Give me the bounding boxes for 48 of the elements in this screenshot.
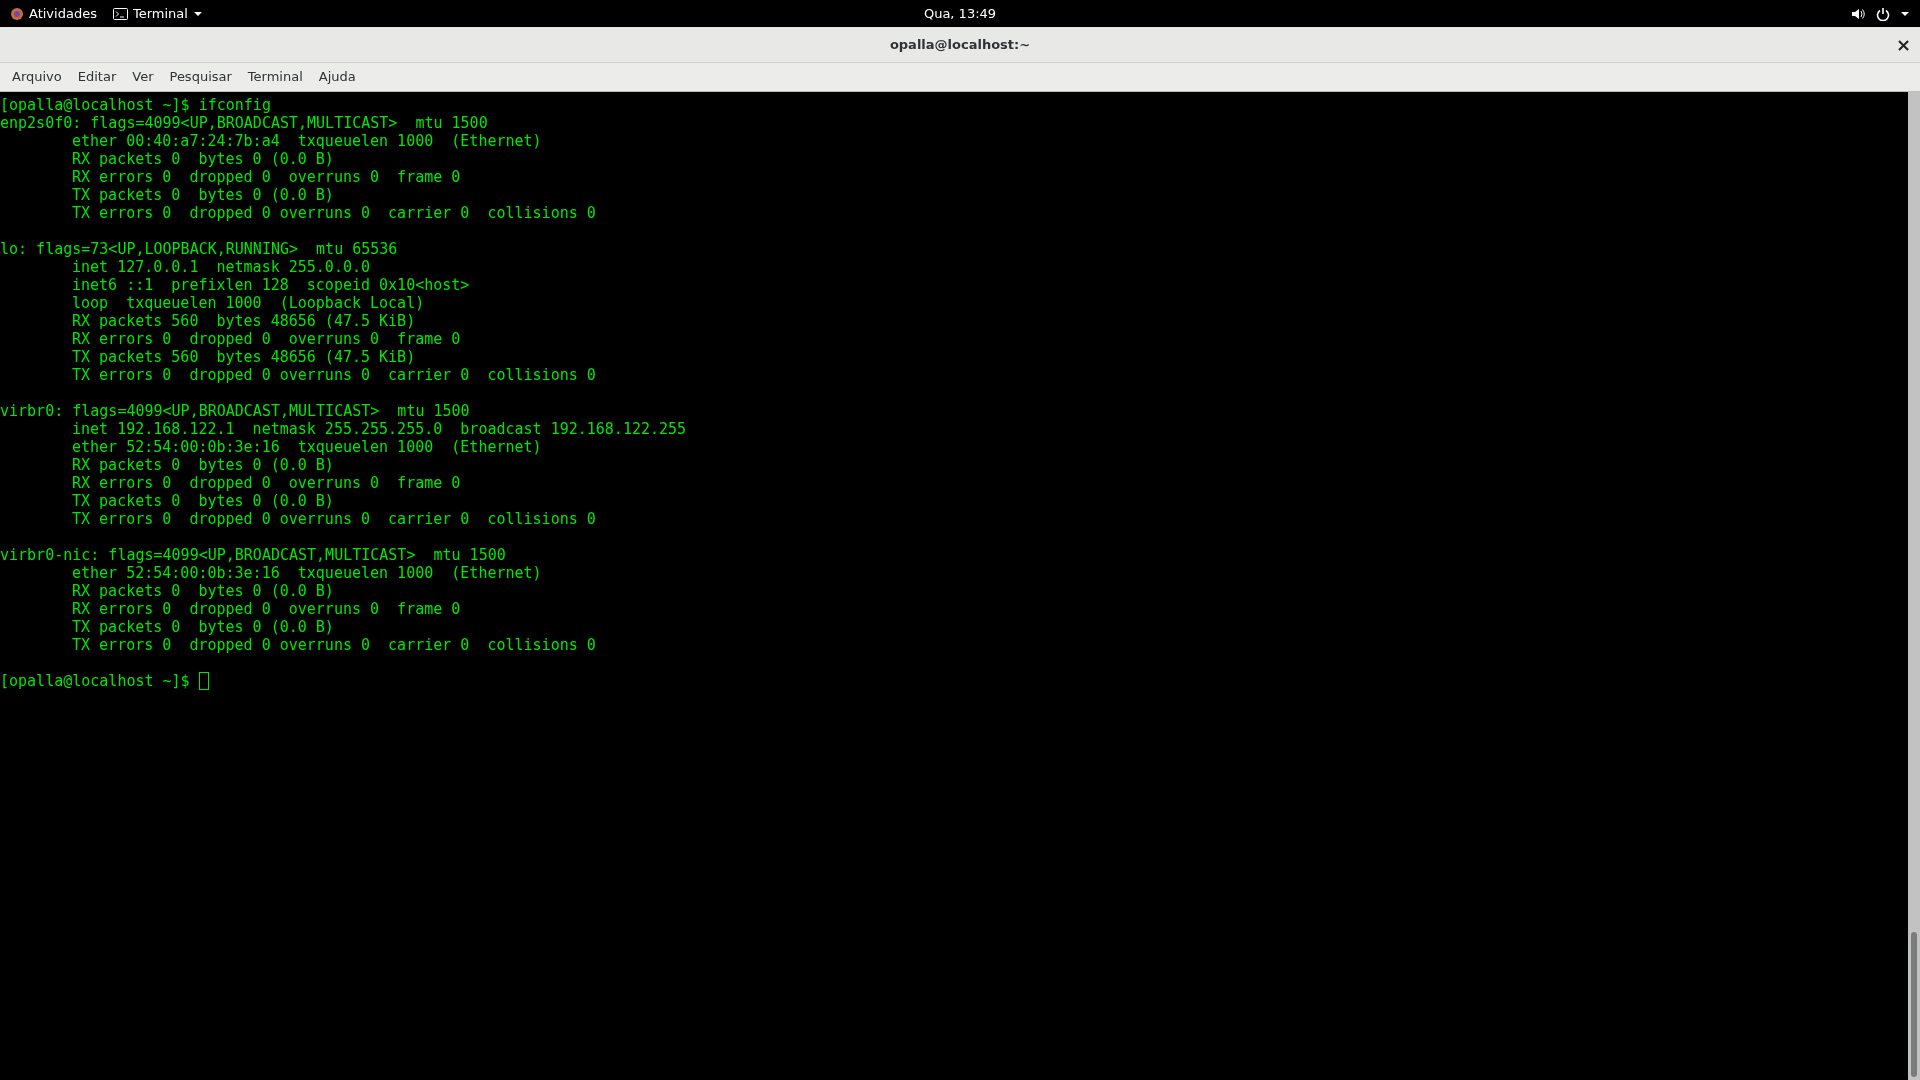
output-line: inet 192.168.122.1 netmask 255.255.255.0 broadcast 192.168.122.255 — [71, 420, 687, 438]
output-line: RX packets 0 bytes 0 (0.0 B) — [71, 456, 334, 474]
scrollbar-thumb[interactable] — [1911, 932, 1917, 1077]
activities-button[interactable]: Atividades — [0, 0, 105, 27]
menu-item[interactable]: Ver — [124, 67, 162, 87]
output-line: TX errors 0 dropped 0 overruns 0 carrier 0 collisions 0 — [71, 510, 596, 528]
caret-icon — [1900, 9, 1910, 18]
output-line: RX errors 0 dropped 0 overruns 0 frame 0 — [71, 330, 461, 348]
output-line: TX packets 0 bytes 0 (0.0 B) — [71, 618, 334, 636]
output-line: virbr0-nic: flags=4099<UP,BROADCAST,MULTICAST> mtu 1500 — [0, 546, 506, 564]
output-line: TX errors 0 dropped 0 overruns 0 carrier 0 collisions 0 — [71, 204, 596, 222]
output-line: enp2s0f0: flags=4099<UP,BROADCAST,MULTICAST> mtu 1500 — [0, 114, 488, 132]
menu-item[interactable]: Ajuda — [310, 67, 364, 87]
caret-icon — [192, 9, 203, 18]
menu-item[interactable]: Pesquisar — [161, 67, 240, 87]
output-line: TX errors 0 dropped 0 overruns 0 carrier 0 collisions 0 — [71, 636, 596, 654]
volume-icon — [1851, 6, 1866, 21]
output-line: TX errors 0 dropped 0 overruns 0 carrier 0 collisions 0 — [71, 366, 596, 384]
output-line: TX packets 560 bytes 48656 (47.5 KiB) — [71, 348, 416, 366]
menu-item[interactable]: Terminal — [239, 67, 311, 87]
terminal-icon — [112, 7, 128, 20]
close-button[interactable]: × — [1894, 34, 1912, 55]
power-icon — [1876, 6, 1890, 21]
menu-item[interactable]: Arquivo — [4, 67, 70, 87]
output-line: inet6 ::1 prefixlen 128 scopeid 0x10<host> — [71, 276, 470, 294]
scrollbar[interactable] — [1908, 92, 1920, 1080]
shell-prompt: [opalla@localhost ~]$ — [0, 672, 190, 690]
command-line: [opalla@localhost ~]$ ifconfig — [0, 96, 271, 114]
logo-icon — [10, 6, 24, 21]
output-line: RX packets 560 bytes 48656 (47.5 KiB) — [71, 312, 416, 330]
clock-button[interactable]: Qua, 13:49 — [915, 0, 1005, 27]
output-line: RX errors 0 dropped 0 overruns 0 frame 0 — [71, 474, 461, 492]
output-line: TX packets 0 bytes 0 (0.0 B) — [71, 186, 334, 204]
output-line: RX packets 0 bytes 0 (0.0 B) — [71, 150, 334, 168]
output-line: virbr0: flags=4099<UP,BROADCAST,MULTICAST> mtu 1500 — [0, 402, 470, 420]
output-line: ether 52:54:00:0b:3e:16 txqueuelen 1000 (Ethernet) — [71, 438, 542, 456]
output-line: inet 127.0.0.1 netmask 255.0.0.0 — [71, 258, 370, 276]
output-line: ether 00:40:a7:24:7b:a4 txqueuelen 1000 (Ethernet) — [71, 132, 542, 150]
app-menu-button[interactable]: Terminal — [104, 0, 211, 27]
output-line: RX errors 0 dropped 0 overruns 0 frame 0 — [71, 600, 461, 618]
output-line: RX packets 0 bytes 0 (0.0 B) — [71, 582, 334, 600]
output-line: ether 52:54:00:0b:3e:16 txqueuelen 1000 (Ethernet) — [71, 564, 542, 582]
output-line: RX errors 0 dropped 0 overruns 0 frame 0 — [71, 168, 461, 186]
output-line: loop txqueuelen 1000 (Loopback Local) — [71, 294, 425, 312]
output-line: lo: flags=73<UP,LOOPBACK,RUNNING> mtu 65536 — [0, 240, 398, 258]
output-line: TX packets 0 bytes 0 (0.0 B) — [71, 492, 334, 510]
menu-item[interactable]: Editar — [69, 67, 125, 87]
window-title: opalla@localhost:~ — [889, 35, 1031, 54]
